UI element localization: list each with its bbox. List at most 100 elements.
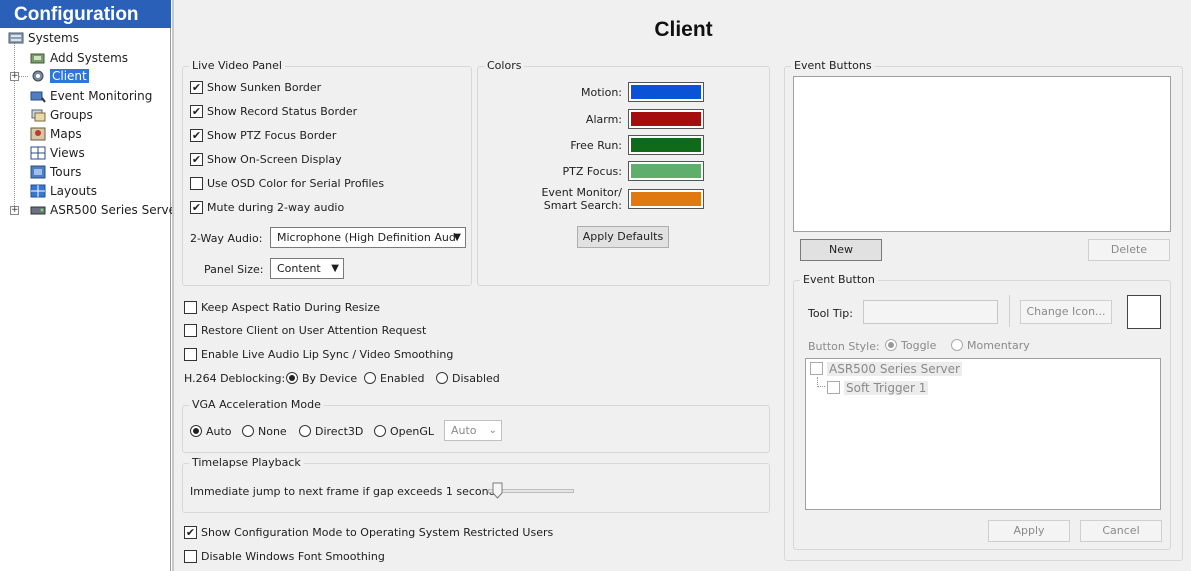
radio-dot: [951, 339, 963, 351]
radio-dot: [374, 425, 386, 437]
show-record-status-border-checkbox[interactable]: ✔ Show Record Status Border: [190, 104, 357, 120]
vga-opengl-radio[interactable]: OpenGL: [374, 424, 434, 440]
disable-font-smoothing-checkbox[interactable]: Disable Windows Font Smoothing: [184, 549, 385, 565]
style-toggle-radio[interactable]: Toggle: [885, 338, 936, 354]
server-icon: [30, 203, 46, 217]
sidebar-item-maps[interactable]: Maps: [30, 125, 82, 143]
checkbox-box: ✔: [184, 525, 197, 539]
checkbox-box: [827, 381, 840, 394]
sidebar-item-event-monitoring[interactable]: Event Monitoring: [30, 87, 152, 105]
free-run-color-swatch[interactable]: [628, 135, 704, 155]
group-title: Event Buttons: [791, 59, 875, 72]
maps-icon: [30, 127, 46, 141]
checkbox-box: [190, 176, 203, 190]
motion-color-swatch[interactable]: [628, 82, 704, 102]
sidebar-item-systems[interactable]: Systems: [8, 29, 79, 47]
deblock-by-device-radio[interactable]: By Device: [286, 371, 357, 387]
tree-line: [14, 42, 15, 210]
views-icon: [30, 146, 46, 160]
sidebar-item-label: Systems: [28, 31, 79, 45]
panel-size-select[interactable]: Content ▼: [270, 258, 344, 279]
tours-icon: [30, 165, 46, 179]
delete-button[interactable]: Delete: [1088, 239, 1170, 261]
divider: [1009, 295, 1010, 327]
radio-dot: [286, 372, 298, 384]
ptz-focus-color-swatch[interactable]: [628, 161, 704, 181]
change-icon-button[interactable]: Change Icon...: [1020, 300, 1112, 324]
apply-button[interactable]: Apply: [988, 520, 1070, 542]
radio-dot: [190, 425, 202, 437]
show-sunken-border-checkbox[interactable]: ✔ Show Sunken Border: [190, 80, 321, 96]
show-ptz-focus-border-checkbox[interactable]: ✔ Show PTZ Focus Border: [190, 128, 336, 144]
group-title: Colors: [484, 59, 525, 72]
alarm-color-swatch[interactable]: [628, 109, 704, 129]
sidebar-item-label: Groups: [50, 108, 93, 122]
keep-aspect-ratio-checkbox[interactable]: Keep Aspect Ratio During Resize: [184, 300, 380, 316]
style-momentary-radio[interactable]: Momentary: [951, 338, 1030, 354]
sidebar-item-label: Maps: [50, 127, 82, 141]
sidebar-item-label: Views: [50, 146, 85, 160]
two-way-audio-select[interactable]: Microphone (High Definition Aud ▼: [270, 227, 466, 248]
opengl-mode-select[interactable]: Auto ⌄: [444, 420, 502, 441]
event-monitor-color-label: Event Monitor/ Smart Search:: [541, 186, 622, 212]
show-configuration-mode-checkbox[interactable]: ✔ Show Configuration Mode to Operating Sy…: [184, 525, 553, 541]
gear-icon: [30, 69, 46, 83]
icon-preview: [1127, 295, 1161, 329]
deblock-enabled-radio[interactable]: Enabled: [364, 371, 424, 387]
checkbox-box: [184, 300, 197, 314]
event-monitor-color-swatch[interactable]: [628, 189, 704, 209]
mute-2way-audio-checkbox[interactable]: ✔ Mute during 2-way audio: [190, 200, 344, 216]
sidebar-item-add-systems[interactable]: Add Systems: [30, 49, 128, 67]
chevron-down-icon: ▼: [331, 263, 339, 274]
chevron-down-icon: ▼: [453, 232, 461, 243]
sidebar-item-label: Layouts: [50, 184, 98, 198]
restore-client-checkbox[interactable]: Restore Client on User Attention Request: [184, 323, 426, 339]
tooltip-input[interactable]: [863, 300, 998, 324]
sidebar-item-label: Add Systems: [50, 51, 129, 65]
sidebar-item-layouts[interactable]: Layouts: [30, 182, 97, 200]
show-osd-checkbox[interactable]: ✔ Show On-Screen Display: [190, 152, 342, 168]
checkbox-box: ✔: [190, 128, 203, 142]
use-osd-color-checkbox[interactable]: Use OSD Color for Serial Profiles: [190, 176, 384, 192]
sidebar-item-label: Tours: [50, 165, 82, 179]
cancel-button[interactable]: Cancel: [1080, 520, 1162, 542]
deblock-disabled-radio[interactable]: Disabled: [436, 371, 500, 387]
groups-icon: [30, 108, 46, 122]
vga-direct3d-radio[interactable]: Direct3D: [299, 424, 363, 440]
lip-sync-checkbox[interactable]: Enable Live Audio Lip Sync / Video Smoot…: [184, 347, 453, 363]
sidebar-item-label: Client: [50, 69, 89, 83]
tree-line: [817, 377, 825, 387]
panel-size-label: Panel Size:: [204, 263, 264, 276]
sidebar-item-groups[interactable]: Groups: [30, 106, 93, 124]
sidebar-item-tours[interactable]: Tours: [30, 163, 81, 181]
event-buttons-list[interactable]: [793, 76, 1171, 232]
add-systems-icon: [30, 51, 46, 65]
tree-item-soft-trigger-1[interactable]: Soft Trigger 1: [827, 380, 929, 396]
expand-client-toggle[interactable]: +: [10, 72, 19, 81]
tree-item-asr500-server[interactable]: ASR500 Series Server: [810, 361, 962, 377]
apply-defaults-button[interactable]: Apply Defaults: [577, 226, 669, 248]
checkbox-box: ✔: [190, 80, 203, 94]
radio-dot: [299, 425, 311, 437]
radio-dot: [885, 339, 897, 351]
sidebar-item-asr500-server[interactable]: ASR500 Series Server: [30, 201, 181, 219]
ptz-focus-color-label: PTZ Focus:: [562, 165, 622, 178]
deblocking-label: H.264 Deblocking:: [184, 372, 286, 385]
radio-dot: [364, 372, 376, 384]
alarm-color-label: Alarm:: [585, 113, 622, 126]
sidebar-item-client[interactable]: Client: [30, 67, 89, 85]
vga-none-radio[interactable]: None: [242, 424, 287, 440]
free-run-color-label: Free Run:: [570, 139, 622, 152]
main-panel: Client Live Video Panel ✔ Show Sunken Bor…: [172, 0, 1191, 571]
timelapse-label: Immediate jump to next frame if gap exce…: [190, 485, 496, 498]
sidebar-item-views[interactable]: Views: [30, 144, 85, 162]
timelapse-slider-thumb[interactable]: [492, 482, 503, 499]
checkbox-box: ✔: [190, 200, 203, 214]
expand-server-toggle[interactable]: +: [10, 206, 19, 215]
vga-auto-radio[interactable]: Auto: [190, 424, 232, 440]
new-button[interactable]: New: [800, 239, 882, 261]
sidebar-title: Configuration: [0, 0, 171, 28]
tooltip-label: Tool Tip:: [808, 307, 853, 320]
group-title: Timelapse Playback: [189, 456, 304, 469]
group-title: Live Video Panel: [189, 59, 285, 72]
